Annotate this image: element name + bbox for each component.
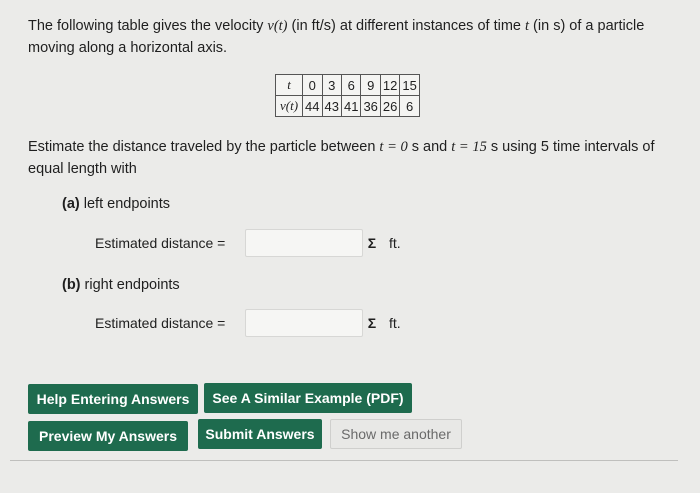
show-another-button[interactable]: Show me another	[330, 419, 462, 449]
table-cell: 43	[321, 95, 342, 117]
intro-text-2: (in ft/s) at different instances of time	[287, 18, 525, 34]
answer-a-label: Estimated distance =	[95, 235, 226, 251]
table-cell: 12	[379, 74, 401, 96]
sigma-icon[interactable]: Σ	[357, 315, 387, 331]
table-cell: 44	[302, 95, 323, 117]
table-cell: 6	[399, 95, 420, 117]
submit-answers-button[interactable]: Submit Answers	[198, 419, 322, 449]
table-cell: 6	[340, 74, 362, 96]
table-cell: 26	[379, 95, 401, 117]
table-cell: 41	[340, 95, 362, 117]
part-b-text: right endpoints	[80, 277, 180, 293]
answer-b-label: Estimated distance =	[95, 315, 226, 331]
similar-example-button[interactable]: See A Similar Example (PDF)	[204, 383, 412, 413]
table-cell: 3	[321, 74, 342, 96]
question-page: The following table gives the velocity v…	[0, 0, 700, 493]
table-header-time: t	[274, 74, 304, 96]
answer-row-a: Estimated distance = Σ ft.	[95, 229, 401, 257]
table-header-velocity: v(t)	[274, 95, 304, 117]
preview-answers-button[interactable]: Preview My Answers	[28, 421, 188, 451]
estimate-text-2: s and	[407, 139, 452, 155]
estimate-text-1: Estimate the distance traveled by the pa…	[28, 139, 380, 155]
table-cell: 9	[360, 74, 381, 96]
intro-text-1: The following table gives the velocity	[28, 18, 268, 34]
bottom-divider	[10, 460, 678, 461]
answer-a-input[interactable]	[245, 229, 363, 257]
sigma-icon[interactable]: Σ	[357, 235, 387, 251]
estimate-start-time: t = 0	[379, 139, 408, 155]
part-a-label: (a)	[62, 196, 80, 212]
table-cell: 36	[360, 95, 381, 117]
part-a-text: left endpoints	[79, 196, 171, 212]
part-a-heading: (a) left endpoints	[62, 196, 170, 212]
part-b-heading: (b) right endpoints	[62, 277, 180, 293]
velocity-table: t 0 3 6 9 12 15 v(t) 44 43 41 36 26 6	[274, 74, 420, 117]
table-row-velocity: v(t) 44 43 41 36 26 6	[274, 95, 420, 117]
table-cell: 15	[399, 74, 420, 96]
estimate-end-time: t = 15	[451, 139, 487, 155]
part-b-label: (b)	[62, 277, 81, 293]
estimate-instructions: Estimate the distance traveled by the pa…	[28, 136, 678, 180]
velocity-symbol: v(t)	[267, 18, 288, 34]
question-intro: The following table gives the velocity v…	[28, 15, 678, 59]
answer-row-b: Estimated distance = Σ ft.	[95, 309, 401, 337]
answer-b-input[interactable]	[245, 309, 363, 337]
table-row-time: t 0 3 6 9 12 15	[274, 74, 420, 96]
table-cell: 0	[302, 74, 323, 96]
answer-a-unit: ft.	[389, 235, 401, 251]
answer-b-unit: ft.	[389, 315, 401, 331]
help-entering-answers-button[interactable]: Help Entering Answers	[28, 384, 198, 414]
